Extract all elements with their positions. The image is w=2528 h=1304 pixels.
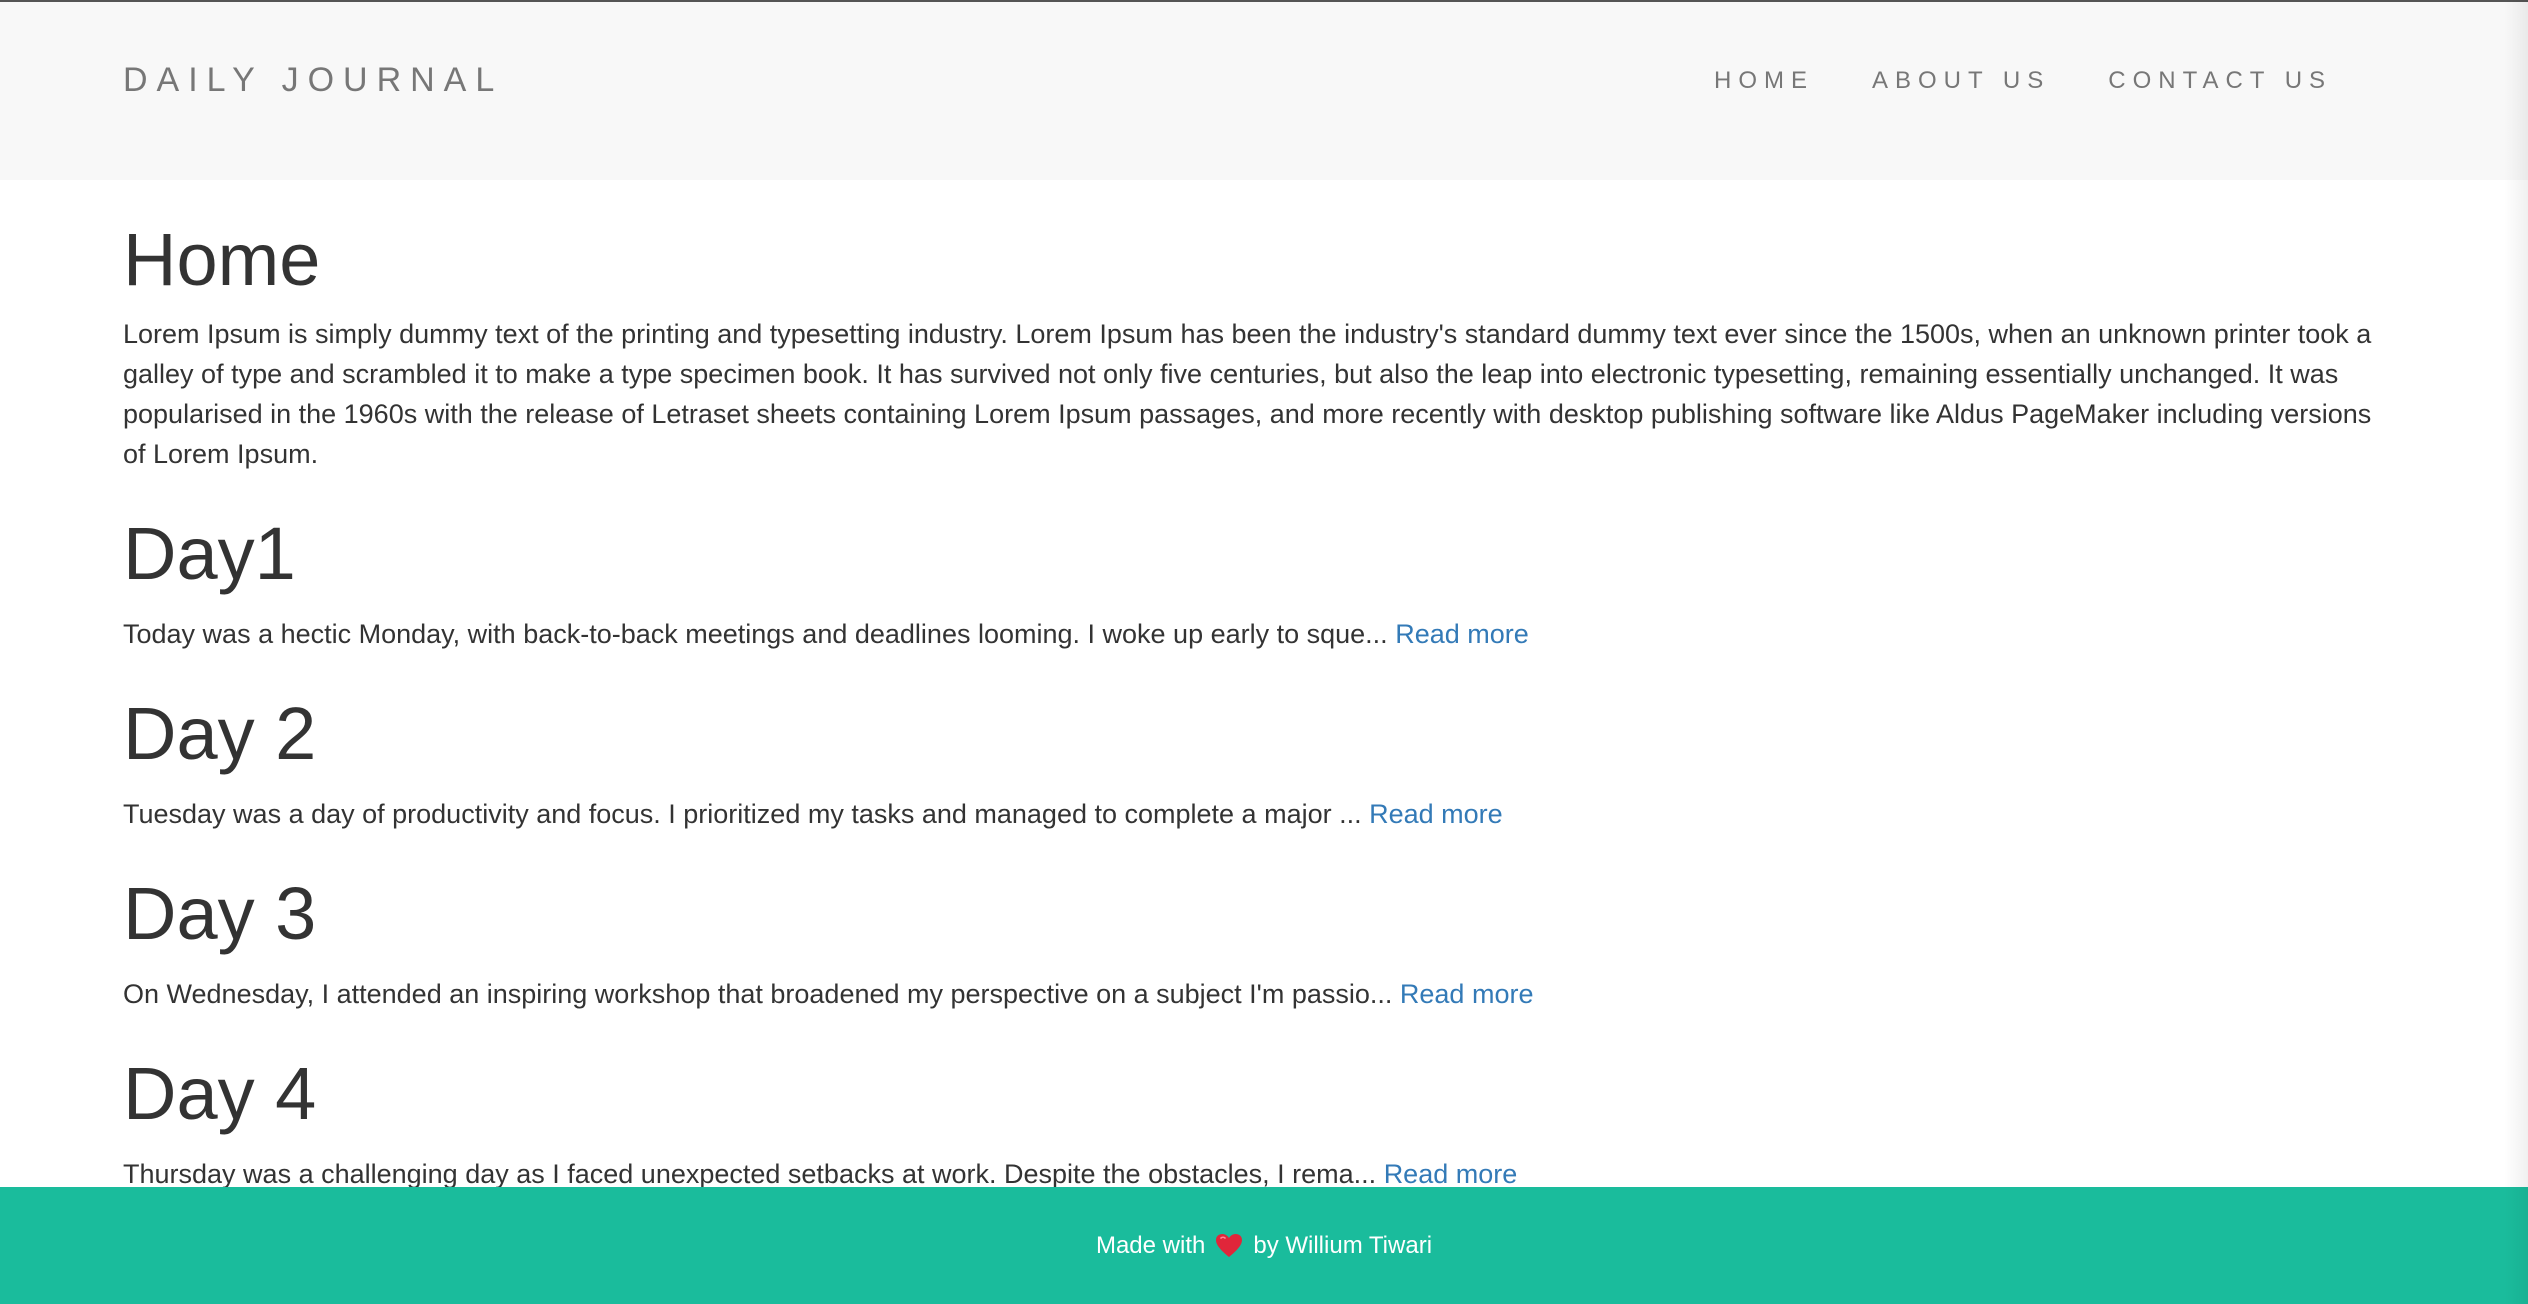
post-excerpt-text: Thursday was a challenging day as I face… [123, 1159, 1377, 1189]
brand-link[interactable]: DAILY JOURNAL [123, 60, 503, 100]
post-item: Day 4 Thursday was a challenging day as … [123, 1052, 2393, 1194]
heart-icon [1215, 1233, 1243, 1259]
footer-made-with: Made with [1095, 1231, 1206, 1259]
read-more-link[interactable]: Read more [1400, 979, 1534, 1009]
read-more-link[interactable]: Read more [1384, 1159, 1518, 1189]
post-item: Day1 Today was a hectic Monday, with bac… [123, 512, 2393, 654]
main-content: Home Lorem Ipsum is simply dummy text of… [123, 180, 2393, 1194]
nav-home-link[interactable]: HOME [1714, 66, 1814, 96]
intro-paragraph: Lorem Ipsum is simply dummy text of the … [123, 319, 2372, 469]
nav-about-link[interactable]: ABOUT US [1872, 66, 2050, 96]
footer-author: by Willium Tiwari [1253, 1231, 1433, 1259]
post-excerpt-text: Today was a hectic Monday, with back-to-… [123, 619, 1388, 649]
nav-menu: HOME ABOUT US CONTACT US [1714, 66, 2332, 96]
post-excerpt: Tuesday was a day of productivity and fo… [123, 794, 2393, 834]
post-excerpt-text: On Wednesday, I attended an inspiring wo… [123, 979, 1393, 1009]
scrollbar-edge [2504, 0, 2528, 1304]
post-title: Day 2 [123, 692, 317, 775]
nav-contact-link[interactable]: CONTACT US [2108, 66, 2332, 96]
page-title: Home [123, 218, 321, 301]
read-more-link[interactable]: Read more [1369, 799, 1503, 829]
post-excerpt-text: Tuesday was a day of productivity and fo… [123, 799, 1362, 829]
read-more-link[interactable]: Read more [1395, 619, 1529, 649]
page: DAILY JOURNAL HOME ABOUT US CONTACT US H… [0, 0, 2528, 1304]
post-excerpt: Today was a hectic Monday, with back-to-… [123, 614, 2393, 654]
post-excerpt: On Wednesday, I attended an inspiring wo… [123, 974, 2393, 1014]
post-title: Day 3 [123, 872, 317, 955]
footer: Made with by Willium Tiwari [0, 1187, 2528, 1304]
post-item: Day 2 Tuesday was a day of productivity … [123, 692, 2393, 834]
navbar: DAILY JOURNAL HOME ABOUT US CONTACT US [0, 2, 2528, 180]
post-title: Day 4 [123, 1052, 317, 1135]
post-item: Day 3 On Wednesday, I attended an inspir… [123, 872, 2393, 1014]
post-title: Day1 [123, 512, 296, 595]
